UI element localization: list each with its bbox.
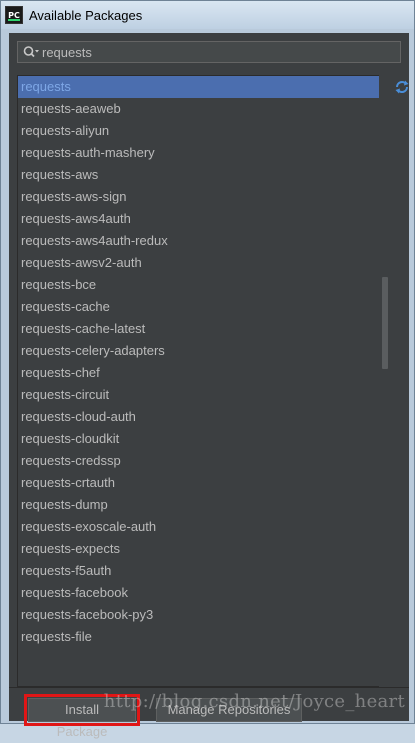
scrollbar-thumb[interactable] (382, 277, 388, 369)
package-list-item[interactable]: requests (18, 76, 388, 98)
package-list[interactable]: requests requests-aeaweb requests-aliyun re… (17, 75, 389, 687)
package-list-item[interactable]: requests-awsv2-auth (18, 252, 388, 274)
package-list-item[interactable]: requests-aeaweb (18, 98, 388, 120)
package-list-item[interactable]: requests-dump (18, 494, 388, 516)
package-list-item[interactable]: requests-expects (18, 538, 388, 560)
package-list-item[interactable]: requests-auth-mashery (18, 142, 388, 164)
title-bar: PC Available Packages (1, 1, 414, 29)
package-list-item[interactable]: requests-aws (18, 164, 388, 186)
package-list-item[interactable]: requests-cloud-auth (18, 406, 388, 428)
package-list-item[interactable]: requests-crtauth (18, 472, 388, 494)
package-list-item[interactable]: requests-circuit (18, 384, 388, 406)
package-list-item[interactable]: requests-file (18, 626, 388, 648)
package-list-item[interactable]: requests-cache (18, 296, 388, 318)
search-input[interactable] (40, 44, 374, 60)
package-list-item[interactable]: requests-credssp (18, 450, 388, 472)
package-list-item[interactable]: requests-chef (18, 362, 388, 384)
package-list-item[interactable]: requests-aws4auth (18, 208, 388, 230)
search-box[interactable] (17, 41, 401, 63)
scrollbar[interactable] (379, 75, 391, 687)
package-list-item[interactable]: requests-f5auth (18, 560, 388, 582)
search-icon[interactable] (22, 43, 40, 61)
package-list-item[interactable]: requests-cache-latest (18, 318, 388, 340)
button-bar: Install Package Manage Repositories http… (9, 687, 409, 739)
watermark: http://blog.csdn.net/Joyce_heart (103, 691, 405, 712)
package-list-item[interactable]: requests-aliyun (18, 120, 388, 142)
package-list-item[interactable]: requests-cloudkit (18, 428, 388, 450)
package-list-item[interactable]: requests-exoscale-auth (18, 516, 388, 538)
package-list-item[interactable]: requests-facebook-py3 (18, 604, 388, 626)
package-list-item[interactable]: requests-bce (18, 274, 388, 296)
refresh-icon[interactable] (394, 79, 410, 95)
pycharm-icon: PC (5, 6, 23, 24)
package-list-item[interactable]: requests-aws-sign (18, 186, 388, 208)
package-list-item[interactable]: requests-aws4auth-redux (18, 230, 388, 252)
package-list-item[interactable]: requests-facebook (18, 582, 388, 604)
package-list-item[interactable]: requests-celery-adapters (18, 340, 388, 362)
window-title: Available Packages (29, 7, 143, 23)
content-panel: requestsrequests-aeawebrequests-aliyunre… (9, 33, 410, 739)
available-packages-dialog: PC Available Packages requestsrequests-a… (0, 0, 415, 739)
